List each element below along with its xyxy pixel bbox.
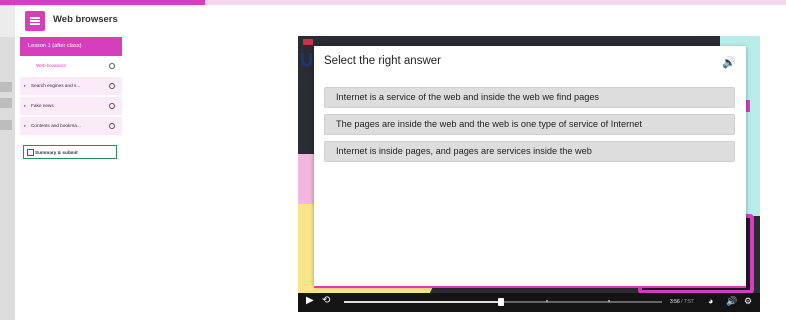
status-circle-icon	[109, 63, 115, 69]
menu-icon-line	[30, 20, 40, 22]
play-icon[interactable]: ▶	[306, 295, 314, 306]
gutter-mark	[0, 120, 12, 130]
answer-option[interactable]: Internet is a service of the web and ins…	[324, 87, 735, 108]
quiz-bottom-accent	[314, 286, 746, 288]
current-time: 3:56	[670, 299, 680, 305]
lesson-header[interactable]: Lesson 1 (after class)	[20, 37, 122, 56]
sidebar: Lesson 1 (after class) Web browsers ▸ Se…	[15, 37, 123, 320]
seek-handle[interactable]	[498, 298, 504, 306]
sidebar-item-label: Contents and bookma...	[31, 123, 81, 128]
sidebar-item-search-engines[interactable]: ▸ Search engines and s...	[20, 77, 122, 96]
replay-icon[interactable]: ⟲	[322, 295, 330, 306]
player-controls: ▶ ⟲ 3:56 / 7:57 ◕ 🔊 ⚙	[298, 293, 760, 312]
gutter-mark	[0, 82, 12, 92]
menu-icon-line	[30, 23, 40, 25]
gutter-mark	[0, 98, 12, 108]
menu-icon-line	[30, 17, 40, 19]
quiz-panel: Select the right answer 🔊 Internet is a …	[314, 46, 746, 286]
crown-icon	[303, 39, 313, 45]
checkbox-icon	[27, 149, 34, 156]
answer-option[interactable]: The pages are inside the web and the web…	[324, 114, 735, 135]
summary-submit-label: Summary & submit	[35, 150, 78, 155]
question-title: Select the right answer	[324, 55, 441, 67]
seek-played	[344, 301, 500, 303]
status-circle-icon	[109, 123, 115, 129]
top-header: Web browsers	[15, 5, 786, 38]
answer-option[interactable]: Internet is inside pages, and pages are …	[324, 141, 735, 162]
speaker-icon[interactable]: 🔊	[722, 56, 736, 69]
volume-icon[interactable]: 🔊	[726, 296, 737, 307]
duration: 7:57	[683, 299, 694, 305]
chevron-right-icon: ▸	[24, 103, 27, 108]
speed-icon[interactable]: ◕	[708, 296, 713, 306]
video-player: U Select the right answer 🔊 Internet is …	[298, 36, 760, 312]
chevron-right-icon: ▸	[24, 123, 27, 128]
menu-button[interactable]	[25, 11, 45, 31]
left-gutter	[0, 37, 15, 320]
chevron-right-icon: ▸	[24, 83, 27, 88]
status-circle-icon	[109, 103, 115, 109]
sidebar-item-fake-news[interactable]: ▸ Fake news	[20, 97, 122, 116]
sidebar-item-label: Fake news	[31, 103, 54, 108]
time-readout: 3:56 / 7:57	[670, 299, 694, 305]
seek-marker	[608, 300, 610, 302]
summary-submit-button[interactable]: Summary & submit	[23, 145, 117, 159]
sidebar-item-web-browsers[interactable]: Web browsers	[20, 57, 122, 76]
sidebar-item-label: Search engines and s...	[31, 83, 81, 88]
status-circle-icon	[109, 83, 115, 89]
page-title: Web browsers	[53, 14, 118, 25]
sidebar-item-label: Web browsers	[36, 63, 66, 68]
logo: U	[300, 50, 313, 70]
seek-marker	[546, 300, 548, 302]
seek-bar[interactable]	[344, 298, 662, 306]
settings-icon[interactable]: ⚙	[744, 296, 752, 307]
time-separator: /	[681, 299, 683, 305]
sidebar-item-contents-bookmarks[interactable]: ▸ Contents and bookma...	[20, 117, 122, 136]
